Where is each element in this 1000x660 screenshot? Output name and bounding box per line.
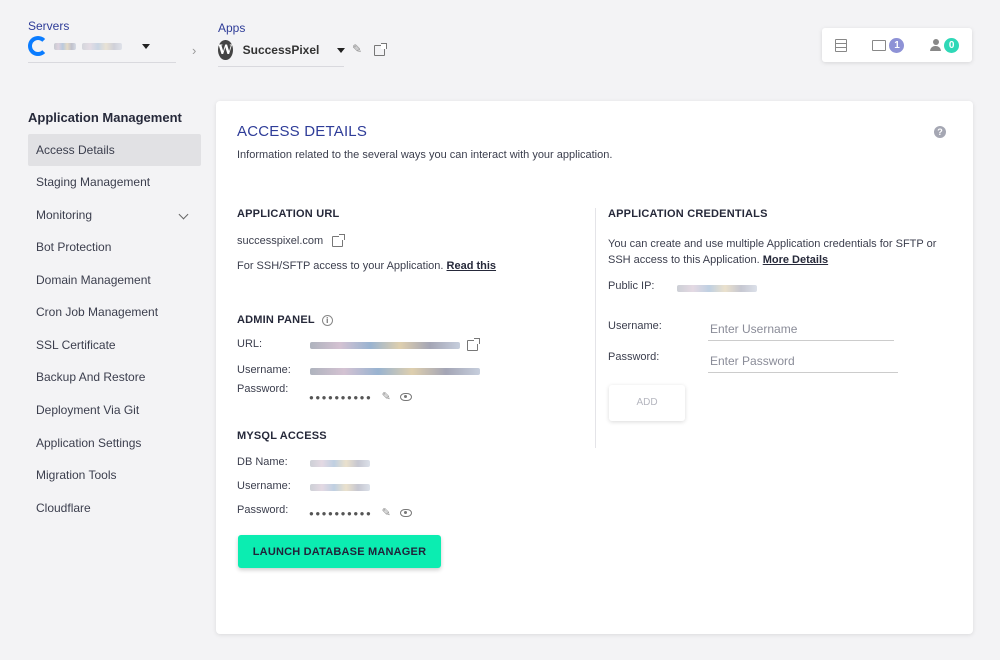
db-password-row: ●●●●●●●●●● ✎ <box>309 505 413 519</box>
eye-icon[interactable] <box>400 508 413 517</box>
admin-username-label: Username: <box>237 364 291 376</box>
db-username-label: Username: <box>237 480 291 492</box>
external-link-icon[interactable] <box>467 338 481 352</box>
sidebar-item-cloudflare[interactable]: Cloudflare <box>28 492 201 524</box>
sidebar-item-monitoring[interactable]: Monitoring <box>28 199 201 231</box>
more-details-link[interactable]: More Details <box>763 254 828 266</box>
wordpress-icon: W <box>218 40 233 60</box>
sidebar-item-label: Monitoring <box>36 208 93 222</box>
members-count-badge: 0 <box>944 37 960 53</box>
user-icon <box>930 39 942 51</box>
digitalocean-icon <box>28 36 48 56</box>
pencil-icon[interactable]: ✎ <box>352 42 362 56</box>
admin-password-mask: ●●●●●●●●●● <box>309 393 373 402</box>
app-selector[interactable]: W SuccessPixel <box>218 40 346 67</box>
db-name-label: DB Name: <box>237 456 288 468</box>
server-name-redacted <box>54 42 76 50</box>
sidebar-item-ssl-certificate[interactable]: SSL Certificate <box>28 329 201 361</box>
launch-database-manager-button[interactable]: LAUNCH DATABASE MANAGER <box>238 535 441 568</box>
mysql-access-heading: MYSQL ACCESS <box>237 430 327 442</box>
admin-password-row: ●●●●●●●●●● ✎ <box>309 389 413 403</box>
db-username-value <box>310 480 370 494</box>
chevron-down-icon <box>337 47 346 53</box>
sidebar-title: Application Management <box>28 110 182 125</box>
application-credentials-heading: APPLICATION CREDENTIALS <box>608 208 768 220</box>
apps-label: Apps <box>218 21 246 35</box>
credentials-password-input[interactable] <box>708 350 898 373</box>
pencil-icon[interactable]: ✎ <box>382 391 391 403</box>
column-divider <box>595 208 596 448</box>
info-icon[interactable]: i <box>321 314 333 326</box>
read-this-link[interactable]: Read this <box>447 260 497 272</box>
db-password-mask: ●●●●●●●●●● <box>309 509 373 518</box>
list-icon <box>834 38 847 52</box>
top-actions-box: 1 0 <box>822 28 972 62</box>
server-selector[interactable] <box>28 36 176 63</box>
application-url-link[interactable]: successpixel.com <box>237 235 323 247</box>
credentials-description: You can create and use multiple Applicat… <box>608 236 953 268</box>
folder-icon <box>872 39 887 51</box>
folder-count-badge: 1 <box>889 37 905 53</box>
admin-panel-heading: ADMIN PANEL i <box>237 314 333 326</box>
page-description: Information related to the several ways … <box>237 149 613 161</box>
server-name-redacted-2 <box>82 42 122 50</box>
sidebar-item-cron-job-management[interactable]: Cron Job Management <box>28 296 201 328</box>
add-credentials-button[interactable]: ADD <box>609 385 685 421</box>
chevron-right-icon: › <box>192 43 197 58</box>
ssh-text: For SSH/SFTP access to your Application. <box>237 260 444 272</box>
team-members-button[interactable]: 0 <box>930 37 960 53</box>
page-title: ACCESS DETAILS <box>237 123 368 140</box>
db-password-label: Password: <box>237 504 289 516</box>
credentials-password-label: Password: <box>608 351 660 363</box>
credentials-username-input[interactable] <box>708 318 894 341</box>
db-name-value <box>310 456 370 470</box>
ssh-info: For SSH/SFTP access to your Application.… <box>237 260 496 272</box>
sidebar-item-domain-management[interactable]: Domain Management <box>28 264 201 296</box>
help-icon[interactable]: ? <box>934 126 946 138</box>
admin-password-label: Password: <box>237 383 289 395</box>
chevron-down-icon <box>178 209 189 220</box>
admin-username-value <box>310 364 480 378</box>
app-name: SuccessPixel <box>242 43 320 57</box>
chevron-down-icon <box>142 43 150 49</box>
sidebar-item-migration-tools[interactable]: Migration Tools <box>28 459 201 491</box>
projects-button[interactable]: 1 <box>872 37 905 53</box>
admin-url-label: URL: <box>237 338 263 350</box>
admin-panel-heading-text: ADMIN PANEL <box>237 314 315 326</box>
sidebar-item-access-details[interactable]: Access Details <box>28 134 201 166</box>
public-ip-value <box>677 281 757 295</box>
application-url-heading: APPLICATION URL <box>237 208 340 220</box>
sidebar-item-deployment-via-git[interactable]: Deployment Via Git <box>28 394 201 426</box>
application-url-row: successpixel.com <box>237 233 346 247</box>
admin-url-value[interactable] <box>310 338 481 352</box>
external-link-icon[interactable] <box>332 233 346 247</box>
sidebar-item-application-settings[interactable]: Application Settings <box>28 427 201 459</box>
credentials-username-label: Username: <box>608 320 662 332</box>
server-list-button[interactable] <box>834 38 847 52</box>
public-ip-label: Public IP: <box>608 280 655 292</box>
eye-icon[interactable] <box>400 392 413 401</box>
sidebar-item-backup-and-restore[interactable]: Backup And Restore <box>28 361 201 393</box>
sidebar-item-bot-protection[interactable]: Bot Protection <box>28 231 201 263</box>
pencil-icon[interactable]: ✎ <box>382 507 391 519</box>
servers-label: Servers <box>28 19 70 33</box>
external-link-icon[interactable] <box>374 43 387 57</box>
sidebar-item-staging-management[interactable]: Staging Management <box>28 166 201 198</box>
